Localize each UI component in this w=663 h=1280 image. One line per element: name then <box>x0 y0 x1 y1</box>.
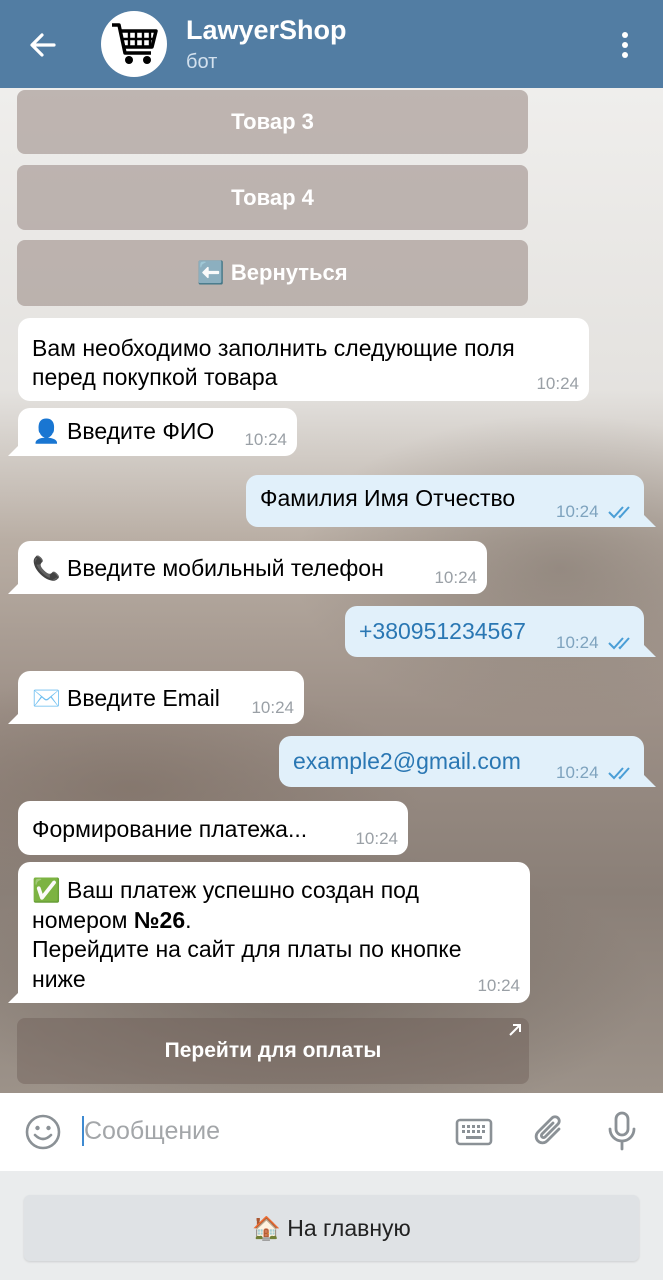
message-incoming: 📞 Введите мобильный телефон 10:24 <box>18 541 487 594</box>
message-text: Фамилия Имя Отчество <box>260 485 516 511</box>
message-text: 👤 Введите ФИО <box>32 418 215 444</box>
inline-button-item-3[interactable]: Товар 3 <box>17 90 528 154</box>
message-text-line: Вам необходимо заполнить следующие поля <box>32 335 515 361</box>
keyboard-icon <box>455 1118 493 1146</box>
double-check-icon <box>608 767 630 780</box>
chat-subtitle: бот <box>186 51 218 73</box>
message-text-suffix: . <box>185 906 192 933</box>
payment-number: №26 <box>133 906 186 933</box>
message-input[interactable] <box>84 1113 424 1149</box>
chat-header: LawyerShop бот <box>0 0 663 88</box>
message-outgoing: Фамилия Имя Отчество 10:24 <box>246 475 644 527</box>
message-text-line: номером №26. <box>32 906 462 936</box>
bot-keyboard-button[interactable] <box>455 1117 493 1147</box>
inline-button-back[interactable]: ⬅️ Вернуться <box>17 240 528 306</box>
attach-button[interactable] <box>532 1111 568 1151</box>
more-button[interactable] <box>612 28 638 62</box>
inline-button-item-4[interactable]: Товар 4 <box>17 165 528 230</box>
message-text-line: ниже <box>32 965 86 992</box>
microphone-icon <box>608 1111 636 1151</box>
arrow-left-icon <box>30 33 56 57</box>
message-incoming: 👤 Введите ФИО 10:24 <box>18 408 297 456</box>
chat-messages[interactable]: Товар 3 Товар 4 ⬅️ Вернуться Вам необход… <box>0 88 663 1093</box>
message-text: 📞 Введите мобильный телефон <box>32 555 384 581</box>
double-check-icon <box>608 506 630 519</box>
message-time: 10:24 <box>355 829 398 848</box>
message-incoming: Вам необходимо заполнить следующие поля … <box>18 318 589 401</box>
shopping-cart-icon <box>112 23 158 64</box>
message-time: 10:24 <box>244 430 287 449</box>
avatar[interactable] <box>101 11 167 77</box>
message-time: 10:24 <box>556 633 599 652</box>
message-outgoing: example2@gmail.com 10:24 <box>279 736 644 787</box>
message-text-line: ✅ Ваш платеж успешно создан под <box>32 877 419 903</box>
more-vertical-icon <box>622 32 628 58</box>
message-time: 10:24 <box>477 976 520 995</box>
message-composer <box>0 1093 663 1171</box>
message-text-line: Перейдите на сайт для платы по кнопке <box>32 936 462 962</box>
external-link-arrow-icon <box>509 1024 521 1036</box>
message-incoming: ✉️ Введите Email 10:24 <box>18 671 304 724</box>
chat-title[interactable]: LawyerShop <box>186 15 347 46</box>
pay-button-label: Перейти для оплаты <box>164 1039 382 1062</box>
bubble-tail <box>642 773 656 787</box>
message-incoming: Формирование платежа... 10:24 <box>18 801 408 855</box>
email-link[interactable]: example2@gmail.com <box>293 748 521 775</box>
back-button[interactable] <box>26 28 60 62</box>
message-text-prefix: номером <box>32 906 134 933</box>
home-button[interactable]: 🏠 На главную <box>24 1195 639 1261</box>
message-time: 10:24 <box>434 568 477 587</box>
pay-button[interactable]: Перейти для оплаты <box>17 1018 529 1084</box>
double-check-icon <box>608 637 630 650</box>
bubble-tail <box>642 643 656 657</box>
message-time: 10:24 <box>536 374 579 393</box>
message-incoming: ✅ Ваш платеж успешно создан под номером … <box>18 862 530 1003</box>
message-text: Формирование платежа... <box>32 816 308 842</box>
message-time: 10:24 <box>251 698 294 717</box>
bubble-tail <box>642 513 656 527</box>
emoji-icon <box>25 1114 61 1150</box>
message-time: 10:24 <box>556 502 599 521</box>
emoji-button[interactable] <box>24 1113 62 1151</box>
voice-message-button[interactable] <box>606 1109 638 1153</box>
message-text: ✉️ Введите Email <box>32 685 220 711</box>
message-outgoing: +380951234567 10:24 <box>345 606 644 657</box>
reply-keyboard: 🏠 На главную <box>0 1171 663 1280</box>
paperclip-icon <box>534 1115 561 1145</box>
message-time: 10:24 <box>556 763 599 782</box>
message-text-line: перед покупкой товара <box>32 364 278 390</box>
phone-link[interactable]: +380951234567 <box>359 618 526 645</box>
